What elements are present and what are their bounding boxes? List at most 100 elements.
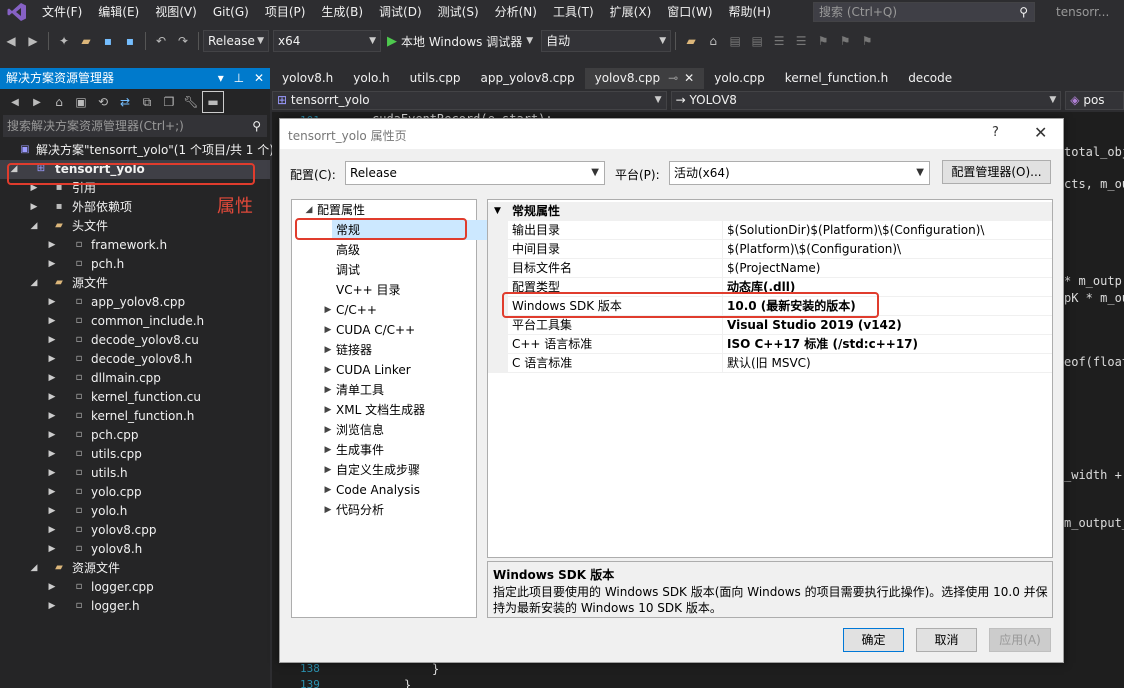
property-row[interactable]: 中间目录 $(Platform)\$(Configuration)\ (488, 240, 1052, 259)
apply-button[interactable]: 应用(A) (989, 628, 1051, 652)
nav-scope-combo[interactable]: → YOLOV8 ▼ (670, 91, 1062, 110)
editor-tab[interactable]: yolov8.cpp ⊸ ✕ (584, 68, 705, 89)
properties-wrench-icon[interactable]: 🔧︎ (180, 91, 202, 113)
nav-project-combo[interactable]: ⊞ tensorrt_yolo ▼ (272, 91, 667, 110)
tree-file[interactable]: ▶ ▫ yolo.cpp (0, 483, 270, 502)
tree-file[interactable]: ▶ ▫ kernel_function.cu (0, 388, 270, 407)
pin-icon[interactable]: ⊸ (668, 71, 678, 85)
close-icon[interactable]: ✕ (254, 71, 264, 85)
solution-explorer-search-input[interactable]: 搜索解决方案资源管理器(Ctrl+;) ⚲ (3, 115, 267, 137)
configuration-manager-button[interactable]: 配置管理器(O)... (942, 160, 1051, 184)
tree-solution[interactable]: ▣ 解决方案"tensorrt_yolo"(1 个项目/共 1 个) (0, 141, 274, 160)
menu-extensions[interactable]: 扩展(X) (602, 0, 660, 24)
tree-source-files[interactable]: ◢ ▰ 源文件 (0, 274, 270, 293)
tree-config-item[interactable]: ▶ 生成事件 (325, 440, 384, 460)
tree-config-item[interactable]: ▶ CUDA C/C++ (325, 320, 416, 340)
show-all-files-icon[interactable]: ❐ (158, 91, 180, 113)
folder-icon[interactable]: ▰ (680, 30, 702, 52)
debug-target-combo[interactable]: 自动 ▼ (541, 30, 672, 52)
editor-tab[interactable]: yolo.h (343, 68, 399, 89)
save-icon[interactable]: ▪ (97, 30, 119, 52)
tree-config-item[interactable]: ▶ 浏览信息 (325, 420, 384, 440)
uncomment-icon[interactable]: ▤ (746, 30, 768, 52)
property-row[interactable]: 目标文件名 $(ProjectName) (488, 259, 1052, 278)
tree-config-item[interactable]: ▶ C/C++ (325, 300, 377, 320)
save-all-icon[interactable]: ▪ (119, 30, 141, 52)
editor-tab[interactable]: utils.cpp (400, 68, 471, 89)
menu-tools[interactable]: 工具(T) (545, 0, 602, 24)
tree-file[interactable]: ▶ ▫ logger.cpp (0, 578, 270, 597)
tree-file[interactable]: ▶ ▫ logger.h (0, 597, 270, 616)
tree-file[interactable]: ▶ ▫ dllmain.cpp (0, 369, 270, 388)
next-bookmark-icon[interactable]: ⚑ (856, 30, 878, 52)
forward-icon[interactable]: ▶ (26, 91, 48, 113)
tree-file[interactable]: ▶ ▫ decode_yolov8.h (0, 350, 270, 369)
tree-file[interactable]: ▶ ▫ yolo.h (0, 502, 270, 521)
tree-file[interactable]: ▶ ▫ pch.cpp (0, 426, 270, 445)
editor-tab[interactable]: app_yolov8.cpp (471, 68, 585, 89)
close-icon[interactable]: ✕ (684, 71, 694, 85)
back-icon[interactable]: ◀ (0, 30, 22, 52)
outdent-icon[interactable]: ☰ (790, 30, 812, 52)
tree-file[interactable]: ▶ ▫ utils.h (0, 464, 270, 483)
tree-config-item[interactable]: 高级 (336, 240, 360, 260)
tree-config-item[interactable]: ▶ 自定义生成步骤 (325, 460, 420, 480)
editor-tab[interactable]: kernel_function.h (775, 68, 898, 89)
open-folder-icon[interactable]: ▰ (75, 30, 97, 52)
tree-config-item[interactable]: ▶ 清单工具 (325, 380, 384, 400)
tree-file[interactable]: ▶ ▫ framework.h (0, 236, 270, 255)
tree-file[interactable]: ▶ ▫ yolov8.h (0, 540, 270, 559)
comment-icon[interactable]: ▤ (724, 30, 746, 52)
close-button[interactable]: ✕ (1034, 123, 1047, 142)
tree-config-item[interactable]: 调试 (336, 260, 360, 280)
editor-tab[interactable]: decode (898, 68, 962, 89)
property-row[interactable]: C++ 语言标准 ISO C++17 标准 (/std:c++17) (488, 335, 1052, 354)
menu-help[interactable]: 帮助(H) (721, 0, 779, 24)
tree-file[interactable]: ▶ ▫ kernel_function.h (0, 407, 270, 426)
preview-icon[interactable]: ▬ (202, 91, 224, 113)
tree-file[interactable]: ▶ ▫ decode_yolov8.cu (0, 331, 270, 350)
cancel-button[interactable]: 取消 (916, 628, 977, 652)
menu-git[interactable]: Git(G) (205, 0, 257, 24)
ok-button[interactable]: 确定 (843, 628, 904, 652)
category-general-properties[interactable]: ▼ 常规属性 (488, 202, 1052, 221)
collapse-all-icon[interactable]: ⧉ (136, 91, 158, 113)
menu-project[interactable]: 项目(P) (257, 0, 314, 24)
pin-icon[interactable]: ⊥ (234, 71, 244, 85)
bookmark-icon[interactable]: ⚑ (812, 30, 834, 52)
tree-file[interactable]: ▶ ▫ common_include.h (0, 312, 270, 331)
tree-config-item[interactable]: ▶ XML 文档生成器 (325, 400, 426, 420)
configuration-select[interactable]: Release ▼ (345, 161, 605, 185)
help-button[interactable]: ? (992, 125, 999, 140)
start-debugging-button[interactable]: ▶ 本地 Windows 调试器 ▼ (381, 33, 539, 50)
solution-platform-combo[interactable]: x64 ▼ (273, 30, 381, 52)
home-icon[interactable]: ⌂ (702, 30, 724, 52)
menu-edit[interactable]: 编辑(E) (90, 0, 147, 24)
platform-select[interactable]: 活动(x64) ▼ (669, 161, 930, 185)
pending-changes-icon[interactable]: ⟲ (92, 91, 114, 113)
back-icon[interactable]: ◀ (4, 91, 26, 113)
tree-config-item[interactable]: ▶ 代码分析 (325, 500, 384, 520)
switch-views-icon[interactable]: ▣ (70, 91, 92, 113)
forward-icon[interactable]: ▶ (22, 30, 44, 52)
nav-member-combo[interactable]: ◈ pos (1065, 91, 1124, 110)
menu-view[interactable]: 视图(V) (147, 0, 205, 24)
tree-header-files[interactable]: ◢ ▰ 头文件 (0, 217, 270, 236)
undo-icon[interactable]: ↶ (150, 30, 172, 52)
global-search-input[interactable]: 搜索 (Ctrl+Q) ⚲ (813, 2, 1035, 22)
new-item-icon[interactable]: ✦ (53, 30, 75, 52)
indent-icon[interactable]: ☰ (768, 30, 790, 52)
menu-build[interactable]: 生成(B) (313, 0, 371, 24)
editor-tab[interactable]: yolov8.h (272, 68, 343, 89)
redo-icon[interactable]: ↷ (172, 30, 194, 52)
tree-file[interactable]: ▶ ▫ pch.h (0, 255, 270, 274)
menu-window[interactable]: 窗口(W) (659, 0, 720, 24)
menu-debug[interactable]: 调试(D) (371, 0, 430, 24)
menu-file[interactable]: 文件(F) (34, 0, 90, 24)
tree-file[interactable]: ▶ ▫ yolov8.cpp (0, 521, 270, 540)
tree-config-item[interactable]: VC++ 目录 (336, 280, 401, 300)
tree-file[interactable]: ▶ ▫ utils.cpp (0, 445, 270, 464)
tree-resource-files[interactable]: ◢ ▰ 资源文件 (0, 559, 270, 578)
tree-file[interactable]: ▶ ▫ app_yolov8.cpp (0, 293, 270, 312)
sync-icon[interactable]: ⇄ (114, 91, 136, 113)
